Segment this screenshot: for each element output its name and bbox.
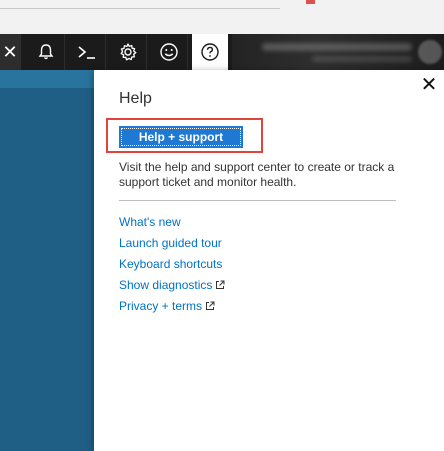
link-privacy-terms[interactable]: Privacy + terms: [119, 295, 225, 316]
gear-icon: [120, 43, 137, 61]
help-button[interactable]: [192, 34, 228, 70]
settings-button[interactable]: [110, 34, 147, 70]
link-label: Privacy + terms: [119, 298, 203, 313]
link-show-diagnostics[interactable]: Show diagnostics: [119, 274, 225, 295]
link-label: Keyboard shortcuts: [119, 256, 223, 271]
smiley-icon: [160, 43, 178, 61]
bell-icon: [38, 44, 54, 60]
address-bar-edge: [0, 8, 280, 9]
close-icon[interactable]: ✕: [0, 34, 21, 70]
terminal-icon: [78, 46, 95, 59]
divider: [119, 200, 396, 201]
avatar: [418, 40, 442, 64]
browser-chrome: [0, 0, 444, 35]
link-whats-new[interactable]: What's new: [119, 211, 225, 232]
account-directory-blurred: [312, 56, 412, 62]
account-name-blurred: [262, 43, 412, 51]
feedback-button[interactable]: [151, 34, 188, 70]
help-description: Visit the help and support center to cre…: [119, 160, 395, 189]
link-label: Show diagnostics: [119, 277, 213, 292]
notifications-button[interactable]: [28, 34, 65, 70]
help-icon: [201, 43, 219, 61]
external-link-icon: [205, 301, 215, 311]
link-label: What's new: [119, 214, 181, 229]
link-label: Launch guided tour: [119, 235, 222, 250]
dashboard-background: [0, 70, 94, 451]
browser-indicator: [306, 0, 315, 4]
account-menu[interactable]: [232, 34, 444, 70]
help-links: What's new Launch guided tour Keyboard s…: [119, 211, 225, 316]
portal-top-bar: ✕: [0, 34, 444, 70]
panel-close-button[interactable]: ✕: [420, 75, 438, 95]
help-panel: ✕ Help Help + support Visit the help and…: [94, 70, 444, 451]
link-keyboard-shortcuts[interactable]: Keyboard shortcuts: [119, 253, 225, 274]
external-link-icon: [215, 280, 225, 290]
cloud-shell-button[interactable]: [69, 34, 106, 70]
link-guided-tour[interactable]: Launch guided tour: [119, 232, 225, 253]
dashboard-header-band: [0, 70, 94, 88]
panel-title: Help: [119, 90, 152, 107]
help-support-button[interactable]: Help + support: [119, 126, 243, 148]
